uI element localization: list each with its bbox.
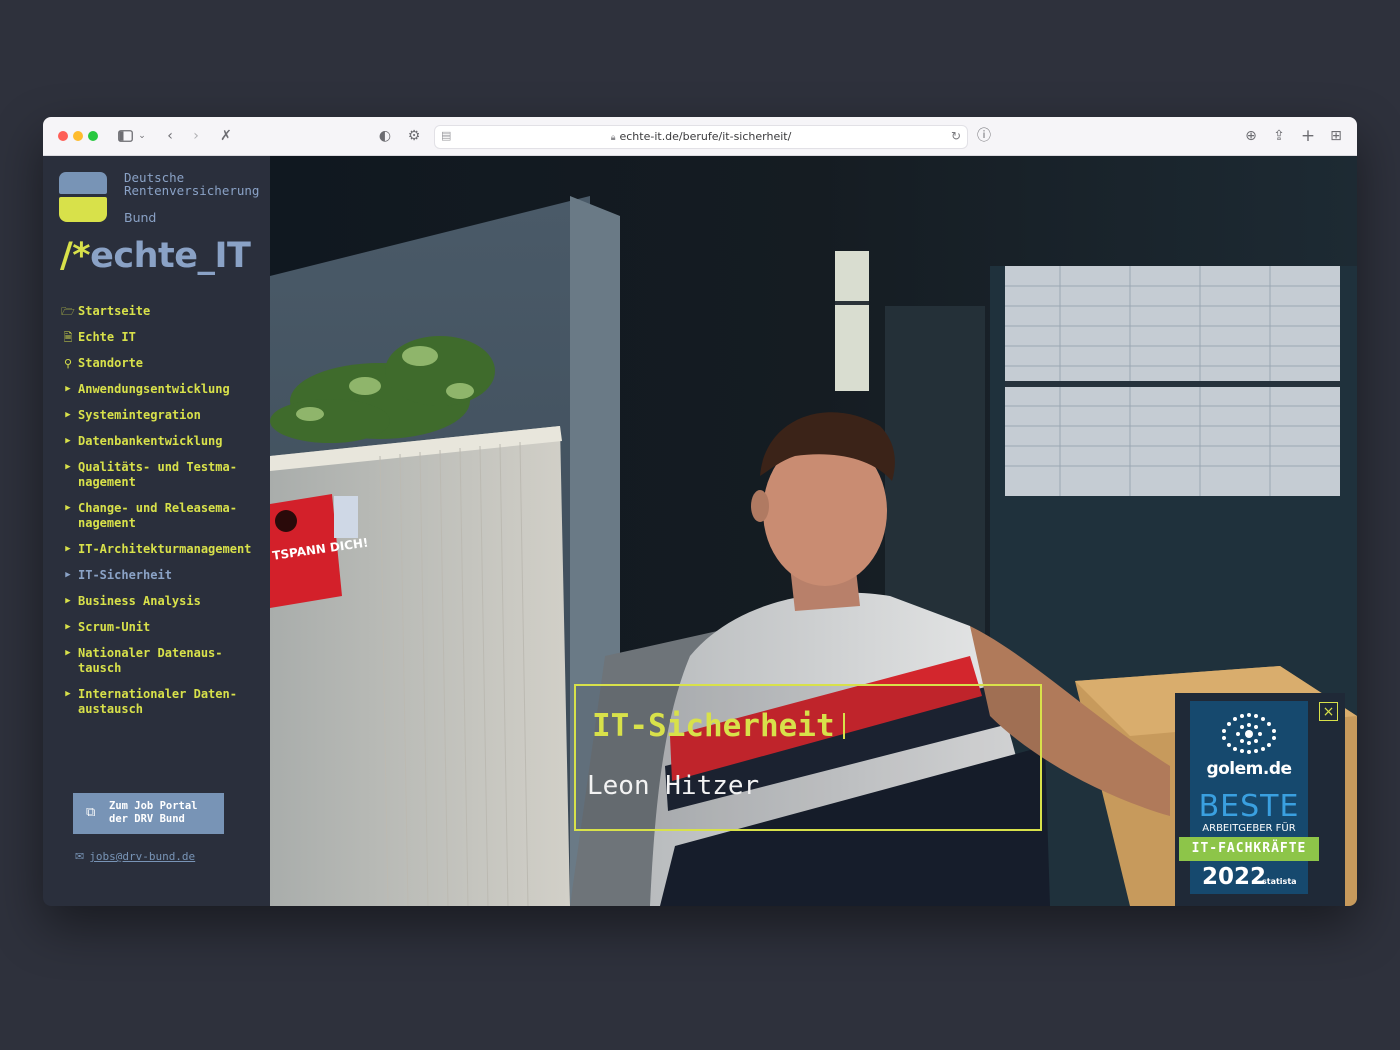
hero-title: IT-Sicherheit <box>592 708 845 744</box>
badge-band: IT-FACHKRÄFTE <box>1179 837 1319 861</box>
nav-item-label: nagement <box>78 516 136 530</box>
triangle-right-icon: ▶ <box>65 689 71 699</box>
reload-icon[interactable]: ↻ <box>951 129 961 143</box>
nav-item-label: Business Analysis <box>78 594 201 608</box>
zoom-window-button[interactable] <box>88 131 98 141</box>
badge-site: golem.de <box>1206 759 1292 779</box>
nav-item-8[interactable]: ▶ IT-Architekturmanagement <box>43 542 270 557</box>
nav-item-label: IT-Architekturmanagement <box>78 542 252 556</box>
hero-title-box: IT-Sicherheit Leon Hitzer <box>574 684 1042 831</box>
nav-item-label: nagement <box>78 475 136 489</box>
email-text: jobs@drv-bund.de <box>89 850 196 863</box>
address-bar[interactable]: ▤ 🔒︎ echte-it.de/berufe/it-sicherheit/ ↻ <box>434 125 968 149</box>
nav-item-label: Startseite <box>78 304 151 318</box>
job-portal-label-2: der DRV Bund <box>109 813 185 825</box>
nav-item-label: Datenbankentwicklung <box>78 434 223 448</box>
lock-icon: 🔒︎ <box>610 133 616 143</box>
new-tab-icon[interactable]: + <box>1300 126 1316 146</box>
nav-item-10[interactable]: ▶ Business Analysis <box>43 594 270 609</box>
nav-item-5[interactable]: ▶ Datenbankentwicklung <box>43 434 270 449</box>
nav-item-6[interactable]: ▶ Qualitäts- und Testma-nagement <box>43 460 270 490</box>
nav-item-0[interactable]: 🗁︎ Startseite <box>43 304 270 319</box>
nav-item-label: Internationaler Daten- <box>78 687 237 701</box>
mail-icon: ✉ <box>75 850 85 863</box>
sidebar-toggle-icon[interactable] <box>116 126 134 146</box>
close-icon[interactable]: × <box>1319 702 1338 721</box>
nav-item-11[interactable]: ▶ Scrum-Unit <box>43 620 270 635</box>
nav-item-label: tausch <box>78 661 122 675</box>
triangle-right-icon: ▶ <box>65 596 71 606</box>
triangle-right-icon: ▶ <box>65 544 71 554</box>
nav-item-label: Nationaler Datenaus- <box>78 646 223 660</box>
triangle-right-icon: ▶ <box>65 410 71 420</box>
chevron-down-icon[interactable]: ⌄ <box>137 126 147 146</box>
org-line-3: Bund <box>124 210 157 225</box>
job-portal-label-1: Zum Job Portal <box>109 800 198 812</box>
golem-award-badge[interactable]: golem.de BESTE ARBEITGEBER FÜR IT-FACHKR… <box>1179 701 1319 894</box>
nav-item-label: Change- und Releasema- <box>78 501 237 515</box>
page-content: Deutsche Rentenversicherung Bund /*echte… <box>43 156 1357 906</box>
nav-item-9[interactable]: ▶ IT-Sicherheit <box>43 568 270 583</box>
extension-icon[interactable]: ✗ <box>217 126 235 146</box>
nav-item-label: Scrum-Unit <box>78 620 151 634</box>
email-link[interactable]: ✉ jobs@drv-bund.de <box>75 850 195 863</box>
nav-item-label: Qualitäts- und Testma- <box>78 460 237 474</box>
hero-person-name: Leon Hitzer <box>587 771 760 801</box>
brand-prefix: /* <box>60 236 91 276</box>
gear-icon[interactable]: ⚙ <box>406 126 422 146</box>
nav-item-3[interactable]: ▶ Anwendungsentwicklung <box>43 382 270 397</box>
triangle-right-icon: ▶ <box>65 462 71 472</box>
brand-word: echte_IT <box>90 236 251 276</box>
nav-item-label: Echte IT <box>78 330 136 344</box>
nav-item-13[interactable]: ▶ Internationaler Daten-austausch <box>43 687 270 717</box>
browser-toolbar: ⌄ ‹ › ✗ ◐ ⚙ ▤ 🔒︎ echte-it.de/berufe/it-si… <box>43 117 1357 156</box>
share-icon[interactable]: ⇪ <box>1271 126 1287 146</box>
forward-icon[interactable]: › <box>188 126 204 146</box>
badge-year: 2022 <box>1202 864 1267 890</box>
badge-beste: BESTE <box>1198 789 1300 824</box>
url-text: echte-it.de/berufe/it-sicherheit/ <box>619 130 792 143</box>
triangle-right-icon: ▶ <box>65 384 71 394</box>
back-icon[interactable]: ‹ <box>162 126 178 146</box>
nav-item-7[interactable]: ▶ Change- und Releasema-nagement <box>43 501 270 531</box>
download-icon[interactable]: ⊕ <box>1243 126 1259 146</box>
nav-item-2[interactable]: ⚲ Standorte <box>43 356 270 371</box>
triangle-right-icon: ▶ <box>65 648 71 658</box>
nav-item-label: Anwendungsentwicklung <box>78 382 230 396</box>
external-link-icon: ⧉ <box>86 805 96 820</box>
nav-item-label: Systemintegration <box>78 408 201 422</box>
text-cursor <box>842 713 845 739</box>
nav-item-label: IT-Sicherheit <box>78 568 172 582</box>
triangle-right-icon: ▶ <box>65 503 71 513</box>
close-window-button[interactable] <box>58 131 68 141</box>
sidebar: Deutsche Rentenversicherung Bund /*echte… <box>43 156 270 906</box>
info-icon[interactable]: ⓘ <box>976 126 992 146</box>
nav-item-label: austausch <box>78 702 144 716</box>
badge-arbeitgeber: ARBEITGEBER FÜR <box>1202 823 1296 834</box>
tab-overview-icon[interactable]: ⊞ <box>1328 126 1344 146</box>
triangle-right-icon: ▶ <box>65 622 71 632</box>
triangle-right-icon: ▶ <box>65 436 71 446</box>
triangle-right-icon: ▶ <box>65 570 71 580</box>
org-name: Deutsche Rentenversicherung <box>124 171 259 197</box>
folder-icon: 🗁︎ <box>61 305 75 318</box>
brand-logo[interactable]: /*echte_IT <box>60 236 251 276</box>
golem-eye-logo <box>1222 713 1276 754</box>
drv-logo[interactable] <box>59 172 107 222</box>
badge-source: statista <box>1262 877 1297 886</box>
hero-title-text: IT-Sicherheit <box>592 708 835 744</box>
privacy-shield-icon[interactable]: ◐ <box>377 126 393 146</box>
nav-item-4[interactable]: ▶ Systemintegration <box>43 408 270 423</box>
job-portal-button[interactable]: ⧉ Zum Job Portal der DRV Bund <box>73 793 224 834</box>
nav-item-12[interactable]: ▶ Nationaler Datenaus-tausch <box>43 646 270 676</box>
document-icon: 🗎︎ <box>63 331 73 344</box>
minimize-window-button[interactable] <box>73 131 83 141</box>
nav-item-1[interactable]: 🗎︎ Echte IT <box>43 330 270 345</box>
nav-item-label: Standorte <box>78 356 144 370</box>
map-pin-icon: ⚲ <box>63 357 73 370</box>
main-navigation: 🗁︎ Startseite 🗎︎ Echte IT ⚲ Standorte ▶ Anwendu… <box>43 304 270 728</box>
org-line-2: Rentenversicherung <box>124 183 260 198</box>
browser-window: ⌄ ‹ › ✗ ◐ ⚙ ▤ 🔒︎ echte-it.de/berufe/it-si… <box>43 117 1357 906</box>
